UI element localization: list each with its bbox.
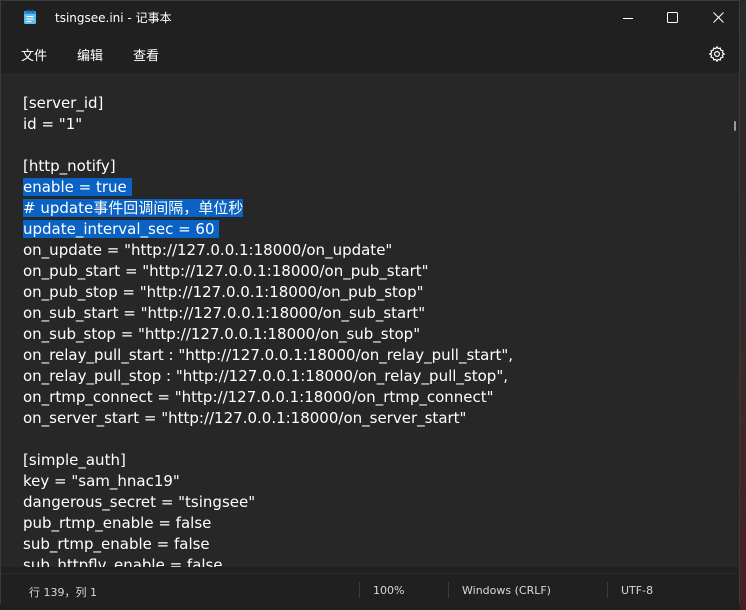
editor-line[interactable]: # update事件回调间隔，单位秒 bbox=[23, 198, 513, 219]
menu-edit[interactable]: 编辑 bbox=[75, 45, 105, 64]
desktop-background bbox=[740, 0, 746, 610]
editor-line[interactable]: sub_httpflv_enable = false bbox=[23, 555, 513, 567]
editor-line[interactable]: on_relay_pull_stop : "http://127.0.0.1:1… bbox=[23, 366, 513, 387]
status-divider bbox=[359, 582, 360, 598]
cursor-position: 行 139，列 1 bbox=[29, 586, 97, 599]
menu-bar: 文件 编辑 查看 bbox=[1, 33, 739, 73]
encoding[interactable]: UTF-8 bbox=[621, 584, 653, 597]
status-bar: 行 139，列 1 100% Windows (CRLF) UTF-8 bbox=[1, 573, 739, 605]
editor-line[interactable]: id = "1" bbox=[23, 114, 513, 135]
editor-line[interactable]: sub_rtmp_enable = false bbox=[23, 534, 513, 555]
editor-line[interactable]: on_relay_pull_start : "http://127.0.0.1:… bbox=[23, 345, 513, 366]
editor-line[interactable] bbox=[23, 135, 513, 156]
zoom-level[interactable]: 100% bbox=[373, 584, 404, 597]
close-icon bbox=[712, 8, 724, 27]
editor-line[interactable]: pub_rtmp_enable = false bbox=[23, 513, 513, 534]
editor-line-text: enable = true bbox=[23, 178, 132, 196]
notepad-window: tsingsee.ini - 记事本 文件 编辑 查看 [server_id] … bbox=[0, 0, 740, 605]
editor-line-text: sub_rtmp_enable = false bbox=[23, 535, 210, 553]
editor-line-text: # update事件回调间隔，单位秒 bbox=[23, 199, 244, 217]
close-button[interactable] bbox=[695, 1, 741, 33]
maximize-button[interactable] bbox=[649, 1, 695, 33]
window-title: tsingsee.ini - 记事本 bbox=[55, 11, 172, 25]
editor-line[interactable]: on_update = "http://127.0.0.1:18000/on_u… bbox=[23, 240, 513, 261]
vertical-scrollbar[interactable] bbox=[731, 73, 739, 567]
editor-line[interactable]: on_server_start = "http://127.0.0.1:1800… bbox=[23, 408, 513, 429]
editor-line[interactable]: on_sub_stop = "http://127.0.0.1:18000/on… bbox=[23, 324, 513, 345]
line-ending[interactable]: Windows (CRLF) bbox=[462, 584, 551, 597]
editor-line[interactable]: update_interval_sec = 60 bbox=[23, 219, 513, 240]
gear-icon[interactable] bbox=[708, 45, 726, 63]
editor-line-text: on_relay_pull_stop : "http://127.0.0.1:1… bbox=[23, 367, 508, 385]
title-bar[interactable]: tsingsee.ini - 记事本 bbox=[1, 1, 739, 33]
minimize-button[interactable] bbox=[605, 1, 651, 33]
editor-line[interactable]: key = "sam_hnac19" bbox=[23, 471, 513, 492]
editor-line-text: [simple_auth] bbox=[23, 451, 126, 469]
editor-content[interactable]: [server_id]id = "1" [http_notify]enable =… bbox=[23, 93, 513, 567]
scrollbar-thumb[interactable] bbox=[734, 121, 736, 131]
menu-file[interactable]: 文件 bbox=[19, 45, 49, 64]
editor-line-text: key = "sam_hnac19" bbox=[23, 472, 180, 490]
editor-line-text: dangerous_secret = "tsingsee" bbox=[23, 493, 256, 511]
menu-view[interactable]: 查看 bbox=[131, 45, 161, 64]
editor-line-text: [http_notify] bbox=[23, 157, 116, 175]
editor-line-text: update_interval_sec = 60 bbox=[23, 220, 220, 238]
editor-line-text: on_rtmp_connect = "http://127.0.0.1:1800… bbox=[23, 388, 494, 406]
editor-line-text: on_pub_stop = "http://127.0.0.1:18000/on… bbox=[23, 283, 424, 301]
editor-line[interactable]: dangerous_secret = "tsingsee" bbox=[23, 492, 513, 513]
editor-line[interactable]: on_pub_stop = "http://127.0.0.1:18000/on… bbox=[23, 282, 513, 303]
editor-line[interactable]: [simple_auth] bbox=[23, 450, 513, 471]
editor-line-text: [server_id] bbox=[23, 94, 104, 112]
editor-line[interactable]: on_rtmp_connect = "http://127.0.0.1:1800… bbox=[23, 387, 513, 408]
editor-line[interactable]: enable = true bbox=[23, 177, 513, 198]
editor-line-text: on_sub_start = "http://127.0.0.1:18000/o… bbox=[23, 304, 426, 322]
editor-line-text: on_relay_pull_start : "http://127.0.0.1:… bbox=[23, 346, 514, 364]
editor-line[interactable]: on_pub_start = "http://127.0.0.1:18000/o… bbox=[23, 261, 513, 282]
editor-line-text: pub_rtmp_enable = false bbox=[23, 514, 212, 532]
minimize-icon bbox=[623, 8, 633, 27]
notepad-icon bbox=[23, 9, 37, 25]
maximize-icon bbox=[666, 8, 678, 27]
editor-line-text: on_pub_start = "http://127.0.0.1:18000/o… bbox=[23, 262, 429, 280]
editor-line[interactable]: [http_notify] bbox=[23, 156, 513, 177]
status-divider bbox=[448, 582, 449, 598]
editor-line-text: on_sub_stop = "http://127.0.0.1:18000/on… bbox=[23, 325, 421, 343]
status-divider bbox=[607, 582, 608, 598]
editor-line[interactable]: on_sub_start = "http://127.0.0.1:18000/o… bbox=[23, 303, 513, 324]
editor-line-text: id = "1" bbox=[23, 115, 83, 133]
editor-line-text: on_update = "http://127.0.0.1:18000/on_u… bbox=[23, 241, 393, 259]
text-editor[interactable]: [server_id]id = "1" [http_notify]enable =… bbox=[1, 73, 739, 567]
editor-line[interactable]: [server_id] bbox=[23, 93, 513, 114]
editor-line-text: sub_httpflv_enable = false bbox=[23, 556, 223, 567]
editor-line[interactable] bbox=[23, 429, 513, 450]
editor-line-text: on_server_start = "http://127.0.0.1:1800… bbox=[23, 409, 467, 427]
